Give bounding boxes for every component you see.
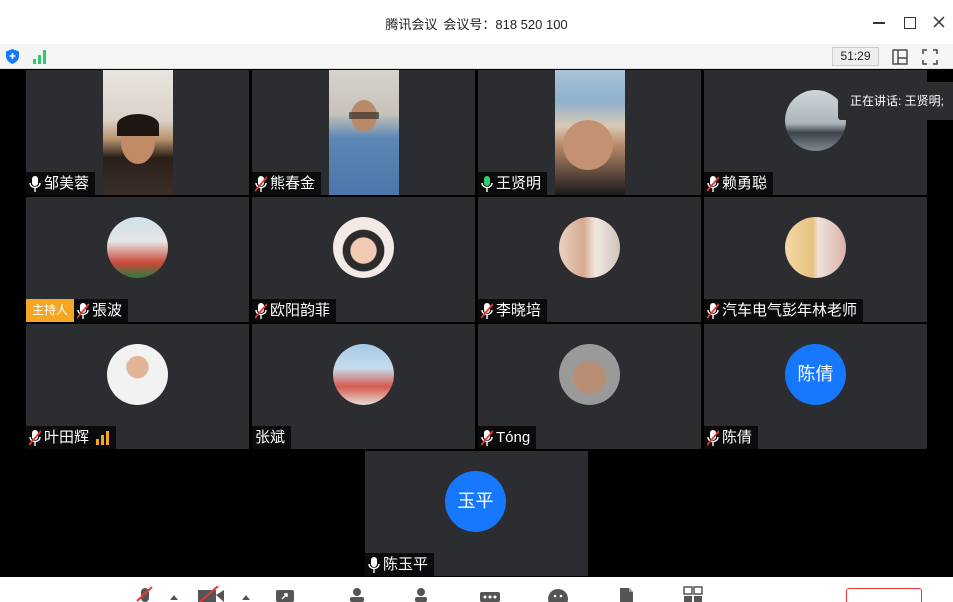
participant-name: 欧阳韵菲 xyxy=(270,302,331,319)
meeting-id-label: 会议号： xyxy=(443,17,496,32)
mic-muted-icon xyxy=(707,429,719,446)
participant-avatar xyxy=(559,217,620,278)
mic-muted-icon xyxy=(255,175,267,192)
share-screen-icon[interactable] xyxy=(274,586,296,602)
participant-avatar xyxy=(785,90,846,151)
mic-muted-icon xyxy=(481,302,493,319)
fullscreen-icon[interactable] xyxy=(922,49,938,65)
participants-icon[interactable] xyxy=(346,586,368,602)
participant-name: 汽车电气彭年林老师 xyxy=(722,302,858,319)
app-title: 腾讯会议 xyxy=(385,17,438,32)
close-button[interactable] xyxy=(929,12,949,32)
participant-nameplate: 熊春金 xyxy=(252,172,322,195)
participant-nameplate: 叶田辉 xyxy=(26,426,117,449)
participant-tile[interactable]: 主持人 張波 xyxy=(26,197,249,322)
meeting-id: 818 520 100 xyxy=(495,17,568,32)
participant-tile[interactable]: 汽车电气彭年林老师 xyxy=(704,197,927,322)
participant-tile[interactable]: 王贤明 xyxy=(478,70,701,195)
video-options-icon[interactable] xyxy=(240,586,252,602)
participant-name: 王贤明 xyxy=(496,175,542,192)
participant-video xyxy=(555,70,625,195)
participant-avatar xyxy=(785,217,846,278)
participant-nameplate: 汽车电气彭年林老师 xyxy=(704,299,864,322)
stop-video-icon[interactable] xyxy=(196,586,226,602)
participant-name: Tóng xyxy=(496,429,531,446)
participant-tile[interactable]: Tóng xyxy=(478,324,701,449)
participant-avatar xyxy=(107,344,168,405)
apps-icon[interactable] xyxy=(682,586,704,602)
participant-name: 熊春金 xyxy=(270,175,316,192)
close-icon xyxy=(933,16,945,28)
mic-muted-icon xyxy=(255,302,267,319)
emoji-icon[interactable] xyxy=(547,586,569,602)
participant-name: 李晓培 xyxy=(496,302,542,319)
leave-meeting-button[interactable] xyxy=(846,588,922,602)
more-icon[interactable] xyxy=(479,586,501,602)
mic-speaking-icon xyxy=(481,175,493,192)
mic-muted-icon xyxy=(481,429,493,446)
participant-tile[interactable]: 张斌 xyxy=(252,324,475,449)
document-icon[interactable] xyxy=(615,586,637,602)
participant-video xyxy=(329,70,399,195)
participant-tile[interactable]: 邹美蓉 xyxy=(26,70,249,195)
participant-tile[interactable]: 玉平 陈玉平 xyxy=(365,451,588,576)
network-signal-icon xyxy=(96,430,110,445)
title-bar: 腾讯会议 会议号：818 520 100 xyxy=(0,0,953,44)
mic-muted-icon xyxy=(707,302,719,319)
mic-muted-icon xyxy=(707,175,719,192)
mic-options-icon[interactable] xyxy=(168,586,180,602)
participant-nameplate: 李晓培 xyxy=(478,299,548,322)
participant-name: 叶田辉 xyxy=(44,429,90,446)
participant-tile[interactable]: 陈倩 陈倩 xyxy=(704,324,927,449)
host-badge: 主持人 xyxy=(26,299,74,322)
mic-on-icon xyxy=(29,175,41,192)
participant-tile[interactable]: 李晓培 xyxy=(478,197,701,322)
participant-tile[interactable]: 熊春金 xyxy=(252,70,475,195)
participant-nameplate: Tóng xyxy=(478,426,537,449)
participant-nameplate: 张斌 xyxy=(252,426,292,449)
participant-name: 赖勇聪 xyxy=(722,175,768,192)
participant-name: 邹美蓉 xyxy=(44,175,90,192)
mic-muted-icon xyxy=(77,302,89,319)
layout-icon[interactable] xyxy=(892,49,908,65)
participant-nameplate: 王贤明 xyxy=(478,172,548,195)
participant-name: 张斌 xyxy=(255,429,286,446)
maximize-button[interactable] xyxy=(899,12,919,32)
participant-avatar: 玉平 xyxy=(445,471,506,532)
active-speaker-indicator: 正在讲话: 王贤明; xyxy=(838,82,953,120)
mute-mic-icon[interactable] xyxy=(134,586,156,602)
participant-nameplate: 陈玉平 xyxy=(365,553,435,576)
participant-avatar xyxy=(333,217,394,278)
minimize-button[interactable] xyxy=(869,12,889,32)
participant-avatar xyxy=(333,344,394,405)
signal-icon[interactable] xyxy=(32,49,48,64)
participant-name: 張波 xyxy=(92,302,123,319)
participant-nameplate: 張波 xyxy=(74,299,129,322)
participant-name: 陈倩 xyxy=(722,429,753,446)
participant-nameplate: 欧阳韵菲 xyxy=(252,299,337,322)
window-title: 腾讯会议 会议号：818 520 100 xyxy=(0,14,953,33)
participant-name: 陈玉平 xyxy=(383,556,429,573)
mic-muted-icon xyxy=(29,429,41,446)
participant-tile[interactable]: 欧阳韵菲 xyxy=(252,197,475,322)
participant-avatar xyxy=(559,344,620,405)
mic-on-icon xyxy=(368,556,380,573)
status-bar: 51:29 xyxy=(0,44,953,69)
invite-icon[interactable] xyxy=(410,586,432,602)
participant-nameplate: 陈倩 xyxy=(704,426,759,449)
meeting-toolbar xyxy=(0,577,953,602)
participant-avatar xyxy=(107,217,168,278)
participant-avatar: 陈倩 xyxy=(785,344,846,405)
participant-nameplate: 邹美蓉 xyxy=(26,172,96,195)
participant-nameplate: 赖勇聪 xyxy=(704,172,774,195)
participant-tile[interactable]: 叶田辉 xyxy=(26,324,249,449)
shield-icon[interactable] xyxy=(6,49,19,64)
meeting-timer: 51:29 xyxy=(832,47,879,66)
participant-video xyxy=(103,70,173,195)
